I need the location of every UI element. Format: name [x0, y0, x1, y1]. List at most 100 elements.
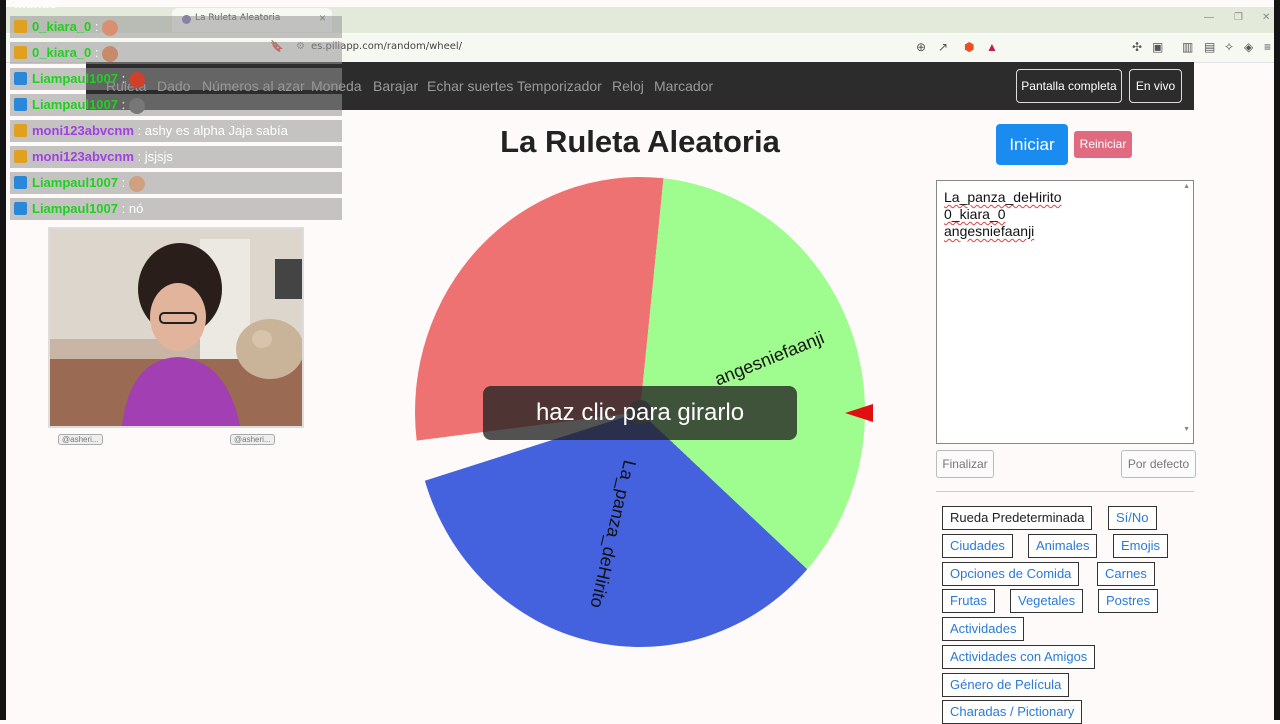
start-button[interactable]: Iniciar	[996, 124, 1068, 165]
chat-message-text: Liampaul1007 :	[32, 97, 145, 114]
scroll-down-icon[interactable]: ▼	[1183, 426, 1190, 433]
chat-username: Liampaul1007	[32, 71, 118, 86]
page-title: La Ruleta Aleatoria	[500, 124, 780, 159]
share-icon[interactable]: ↗	[938, 40, 948, 54]
nav-barajar[interactable]: Barajar	[373, 78, 418, 94]
preset-postres[interactable]: Postres	[1098, 589, 1159, 613]
chat-message: 0_kiara_0 :	[10, 42, 342, 64]
chat-username: Liampaul1007	[32, 201, 118, 216]
chat-username: Liampaul1007	[32, 97, 118, 112]
preset-si-no[interactable]: Sí/No	[1108, 506, 1157, 530]
chat-separator: :	[118, 201, 129, 216]
fullscreen-button[interactable]: Pantalla completa	[1016, 69, 1122, 103]
chat-emote-icon	[128, 97, 145, 114]
nav-temporizador[interactable]: Temporizador	[517, 78, 602, 94]
nav-marcador[interactable]: Marcador	[654, 78, 713, 94]
preset-charadas[interactable]: Charadas / Pictionary	[942, 700, 1083, 724]
chat-username: Liampaul1007	[32, 175, 118, 190]
brave-shield-icon[interactable]: ⬢	[964, 40, 974, 54]
chat-separator: :	[91, 45, 103, 60]
minimize-icon[interactable]: —	[1204, 12, 1214, 23]
chat-username: 0_kiara_0	[32, 45, 92, 60]
maximize-icon[interactable]: ❐	[1234, 12, 1243, 23]
chat-separator: :	[118, 175, 129, 190]
reading-icon[interactable]: ▤	[1204, 40, 1215, 54]
chat-separator: :	[133, 123, 145, 138]
chat-message-text: 0_kiara_0 :	[32, 45, 119, 62]
crown-badge-icon	[14, 46, 27, 59]
wheel-pointer-icon	[845, 404, 873, 422]
crown-badge-icon	[14, 124, 27, 137]
zoom-icon[interactable]: ⊕	[916, 40, 926, 54]
nav-echar-suertes[interactable]: Echar suertes	[427, 78, 513, 94]
live-button[interactable]: En vivo	[1129, 69, 1182, 103]
wallet-icon[interactable]: ▣	[1152, 40, 1163, 54]
entry-line: angesniefaanji	[944, 223, 1035, 239]
chat-text: jsjsjs	[144, 149, 173, 164]
nav-reloj[interactable]: Reloj	[612, 78, 644, 94]
sidebar-icon[interactable]: ▥	[1182, 40, 1193, 54]
chat-message-text: 0_kiara_0 :	[32, 19, 119, 36]
chat-emote-icon	[102, 45, 119, 62]
spin-hint[interactable]: haz clic para girarlo	[483, 386, 797, 440]
divider	[936, 491, 1194, 492]
extensions-icon[interactable]: ✣	[1132, 40, 1142, 54]
preset-vegetales[interactable]: Vegetales	[1010, 589, 1084, 613]
left-frame	[0, 0, 6, 720]
overlay-header: mundo	[14, 0, 58, 11]
chat-message: Liampaul1007 :	[10, 68, 342, 90]
preset-animales[interactable]: Animales	[1028, 534, 1098, 558]
chat-separator: :	[133, 149, 145, 164]
preset-actividades[interactable]: Actividades	[942, 617, 1025, 641]
right-frame	[1274, 0, 1280, 720]
preset-carnes[interactable]: Carnes	[1097, 562, 1155, 586]
chat-text: ashy es alpha Jaja sabía	[144, 123, 288, 138]
platform-badge-icon	[14, 72, 27, 85]
chat-separator: :	[91, 19, 103, 34]
webcam-feed	[48, 227, 304, 428]
entries-textarea[interactable]: La_panza_deHirito 0_kiara_0 angesniefaan…	[936, 180, 1194, 444]
cam-tag: @asheri...	[230, 434, 275, 445]
chat-username: moni123abvcnm	[32, 123, 134, 138]
preset-actividades-amigos[interactable]: Actividades con Amigos	[942, 645, 1096, 669]
chat-message-text: moni123abvcnm : jsjsjs	[32, 149, 173, 164]
chat-message: Liampaul1007 : nó	[10, 198, 342, 220]
chat-message: 0_kiara_0 :	[10, 16, 342, 38]
entry-line: La_panza_deHirito	[944, 189, 1062, 205]
finish-button[interactable]: Finalizar	[936, 450, 994, 478]
preset-emojis[interactable]: Emojis	[1113, 534, 1169, 558]
platform-badge-icon	[14, 202, 27, 215]
chat-emote-icon	[128, 71, 145, 88]
chat-username: moni123abvcnm	[32, 149, 134, 164]
cam-tag: @asheri...	[58, 434, 103, 445]
platform-badge-icon	[14, 176, 27, 189]
vpn-icon[interactable]: ◈	[1244, 40, 1253, 54]
default-button[interactable]: Por defecto	[1121, 450, 1196, 478]
chat-username: 0_kiara_0	[32, 19, 92, 34]
chat-message-text: Liampaul1007 :	[32, 175, 145, 192]
chat-emote-icon	[128, 175, 145, 192]
chat-message-text: moni123abvcnm : ashy es alpha Jaja sabía	[32, 123, 288, 138]
preset-frutas[interactable]: Frutas	[942, 589, 995, 613]
preset-genero-pelicula[interactable]: Género de Película	[942, 673, 1070, 697]
window-close-icon[interactable]: ✕	[1262, 12, 1270, 23]
chat-emote-icon	[102, 19, 119, 36]
preset-opciones-comida[interactable]: Opciones de Comida	[942, 562, 1080, 586]
chat-message: moni123abvcnm : jsjsjs	[10, 146, 342, 168]
reset-button[interactable]: Reiniciar	[1074, 131, 1132, 158]
chat-message-text: Liampaul1007 :	[32, 71, 145, 88]
rewards-icon[interactable]: ▲	[986, 40, 998, 54]
scroll-up-icon[interactable]: ▲	[1183, 183, 1190, 190]
chat-message: Liampaul1007 :	[10, 172, 342, 194]
platform-badge-icon	[14, 98, 27, 111]
chat-message-text: Liampaul1007 : nó	[32, 201, 143, 216]
menu-icon[interactable]: ≡	[1264, 40, 1271, 54]
preset-rueda-predeterminada[interactable]: Rueda Predeterminada	[942, 506, 1093, 530]
preset-ciudades[interactable]: Ciudades	[942, 534, 1013, 558]
chat-message: moni123abvcnm : ashy es alpha Jaja sabía	[10, 120, 342, 142]
chat-separator: :	[118, 97, 129, 112]
crown-badge-icon	[14, 20, 27, 33]
chat-message: Liampaul1007 :	[10, 94, 342, 116]
crown-badge-icon	[14, 150, 27, 163]
leo-icon[interactable]: ✧	[1224, 40, 1234, 54]
